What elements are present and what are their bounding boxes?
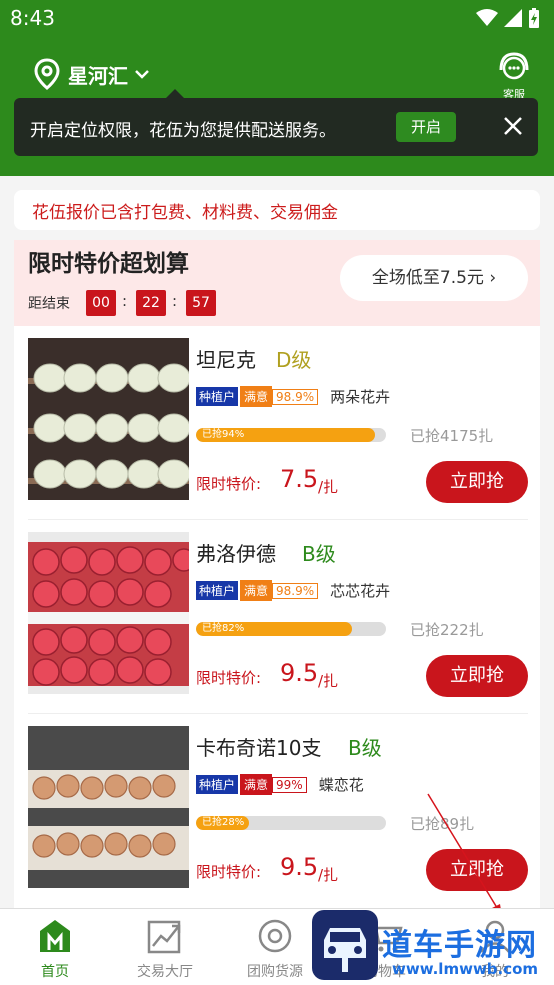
satisfaction-badge: 满意 — [240, 580, 273, 601]
location-name: 星河汇 — [68, 63, 128, 88]
home-icon — [40, 920, 70, 952]
wifi-icon — [476, 9, 498, 26]
watermark-logo — [312, 910, 378, 980]
product-price: 9.5 — [280, 853, 319, 881]
product-badges: 种植户 满意 99% 蝶恋花 — [196, 774, 364, 795]
countdown-seconds: 57 — [186, 290, 216, 316]
price-label: 限时特价: — [196, 475, 262, 493]
progress-bar: 已抢28% — [196, 816, 386, 830]
flash-sale-title: 限时特价超划算 — [28, 251, 189, 277]
pricing-notice: 花伍报价已含打包费、材料费、交易佣金 — [14, 190, 540, 230]
shop-name[interactable]: 蝶恋花 — [319, 774, 364, 795]
tip-text: 开启定位权限，花伍为您提供配送服务。 — [30, 121, 336, 141]
grower-badge: 种植户 — [196, 387, 239, 406]
shop-name[interactable]: 两朵花卉 — [330, 386, 390, 407]
price-label: 限时特价: — [196, 669, 262, 687]
countdown-separator: : — [122, 292, 128, 310]
watermark-url: www.lmwwb.com — [392, 960, 539, 978]
satisfaction-rate: 98.9% — [272, 582, 319, 599]
chart-icon — [147, 920, 181, 954]
price-unit: /扎 — [318, 672, 339, 690]
status-bar: 8:43 — [0, 0, 554, 36]
price-label: 限时特价: — [196, 863, 262, 881]
product-image[interactable] — [28, 338, 189, 500]
status-icons — [476, 8, 540, 28]
countdown-separator: : — [172, 292, 178, 310]
grower-badge: 种植户 — [196, 775, 239, 794]
product-image[interactable] — [28, 726, 189, 888]
battery-icon — [529, 8, 539, 28]
watermark-text: 道车手游网 — [382, 928, 537, 963]
countdown-hours: 00 — [86, 290, 116, 316]
product-image[interactable] — [28, 532, 189, 694]
countdown-label: 距结束 — [28, 296, 70, 312]
buy-now-button[interactable]: 立即抢 — [426, 461, 528, 503]
satisfaction-badge: 满意 — [240, 386, 273, 407]
progress-bar: 已抢94% — [196, 428, 386, 442]
chevron-down-icon — [135, 70, 149, 79]
shop-name[interactable]: 芯芯花卉 — [330, 580, 390, 601]
all-deals-button[interactable]: 全场低至7.5元 › — [340, 255, 528, 301]
tab-label: 交易大厅 — [137, 964, 193, 980]
product-grade: B级 — [302, 542, 336, 566]
product-name: 坦尼克 — [196, 348, 256, 372]
watermark: 道车手游网 www.lmwwb.com — [312, 910, 550, 985]
product-name: 卡布奇诺10支 — [196, 736, 322, 760]
price-unit: /扎 — [318, 866, 339, 884]
status-time: 8:43 — [10, 6, 55, 30]
signal-icon — [504, 9, 522, 27]
product-grade: B级 — [348, 736, 382, 760]
product-grade: D级 — [276, 348, 312, 372]
tab-trading-hall[interactable]: 交易大厅 — [110, 909, 220, 985]
buy-now-button[interactable]: 立即抢 — [426, 655, 528, 697]
target-icon — [258, 919, 292, 953]
product-badges: 种植户 满意 98.9% 芯芯花卉 — [196, 580, 390, 601]
grower-badge: 种植户 — [196, 581, 239, 600]
tab-label: 首页 — [41, 964, 69, 980]
product-price: 9.5 — [280, 659, 319, 687]
product-card[interactable]: 坦尼克 D级 种植户 满意 98.9% 两朵花卉 已抢94% 已抢4175扎 限… — [14, 326, 540, 520]
product-card[interactable]: 弗洛伊德 B级 种植户 满意 98.9% 芯芯花卉 已抢82% 已抢222扎 限… — [14, 520, 540, 714]
progress-fill: 已抢28% — [196, 816, 250, 830]
enable-location-button[interactable]: 开启 — [396, 112, 456, 142]
satisfaction-badge: 满意 — [240, 774, 273, 795]
tab-home[interactable]: 首页 — [0, 909, 110, 985]
sold-count: 已抢4175扎 — [410, 427, 494, 445]
customer-service-button[interactable]: 客服 — [496, 50, 532, 102]
satisfaction-rate: 99% — [272, 776, 307, 793]
progress-fill: 已抢94% — [196, 428, 375, 442]
price-unit: /扎 — [318, 478, 339, 496]
location-selector[interactable]: 星河汇 — [34, 58, 150, 90]
product-price: 7.5 — [280, 465, 319, 493]
location-permission-tip: 开启定位权限，花伍为您提供配送服务。 开启 — [14, 89, 538, 156]
product-badges: 种植户 满意 98.9% 两朵花卉 — [196, 386, 390, 407]
product-name: 弗洛伊德 — [196, 542, 276, 566]
progress-bar: 已抢82% — [196, 622, 386, 636]
flash-sale-header: 限时特价超划算 距结束 00 : 22 : 57 全场低至7.5元 › — [14, 240, 540, 326]
close-icon[interactable] — [502, 115, 524, 137]
satisfaction-rate: 98.9% — [272, 388, 319, 405]
sold-count: 已抢222扎 — [410, 621, 484, 639]
progress-fill: 已抢82% — [196, 622, 352, 636]
location-pin-icon — [34, 58, 60, 90]
headset-icon — [499, 52, 529, 80]
countdown-minutes: 22 — [136, 290, 166, 316]
